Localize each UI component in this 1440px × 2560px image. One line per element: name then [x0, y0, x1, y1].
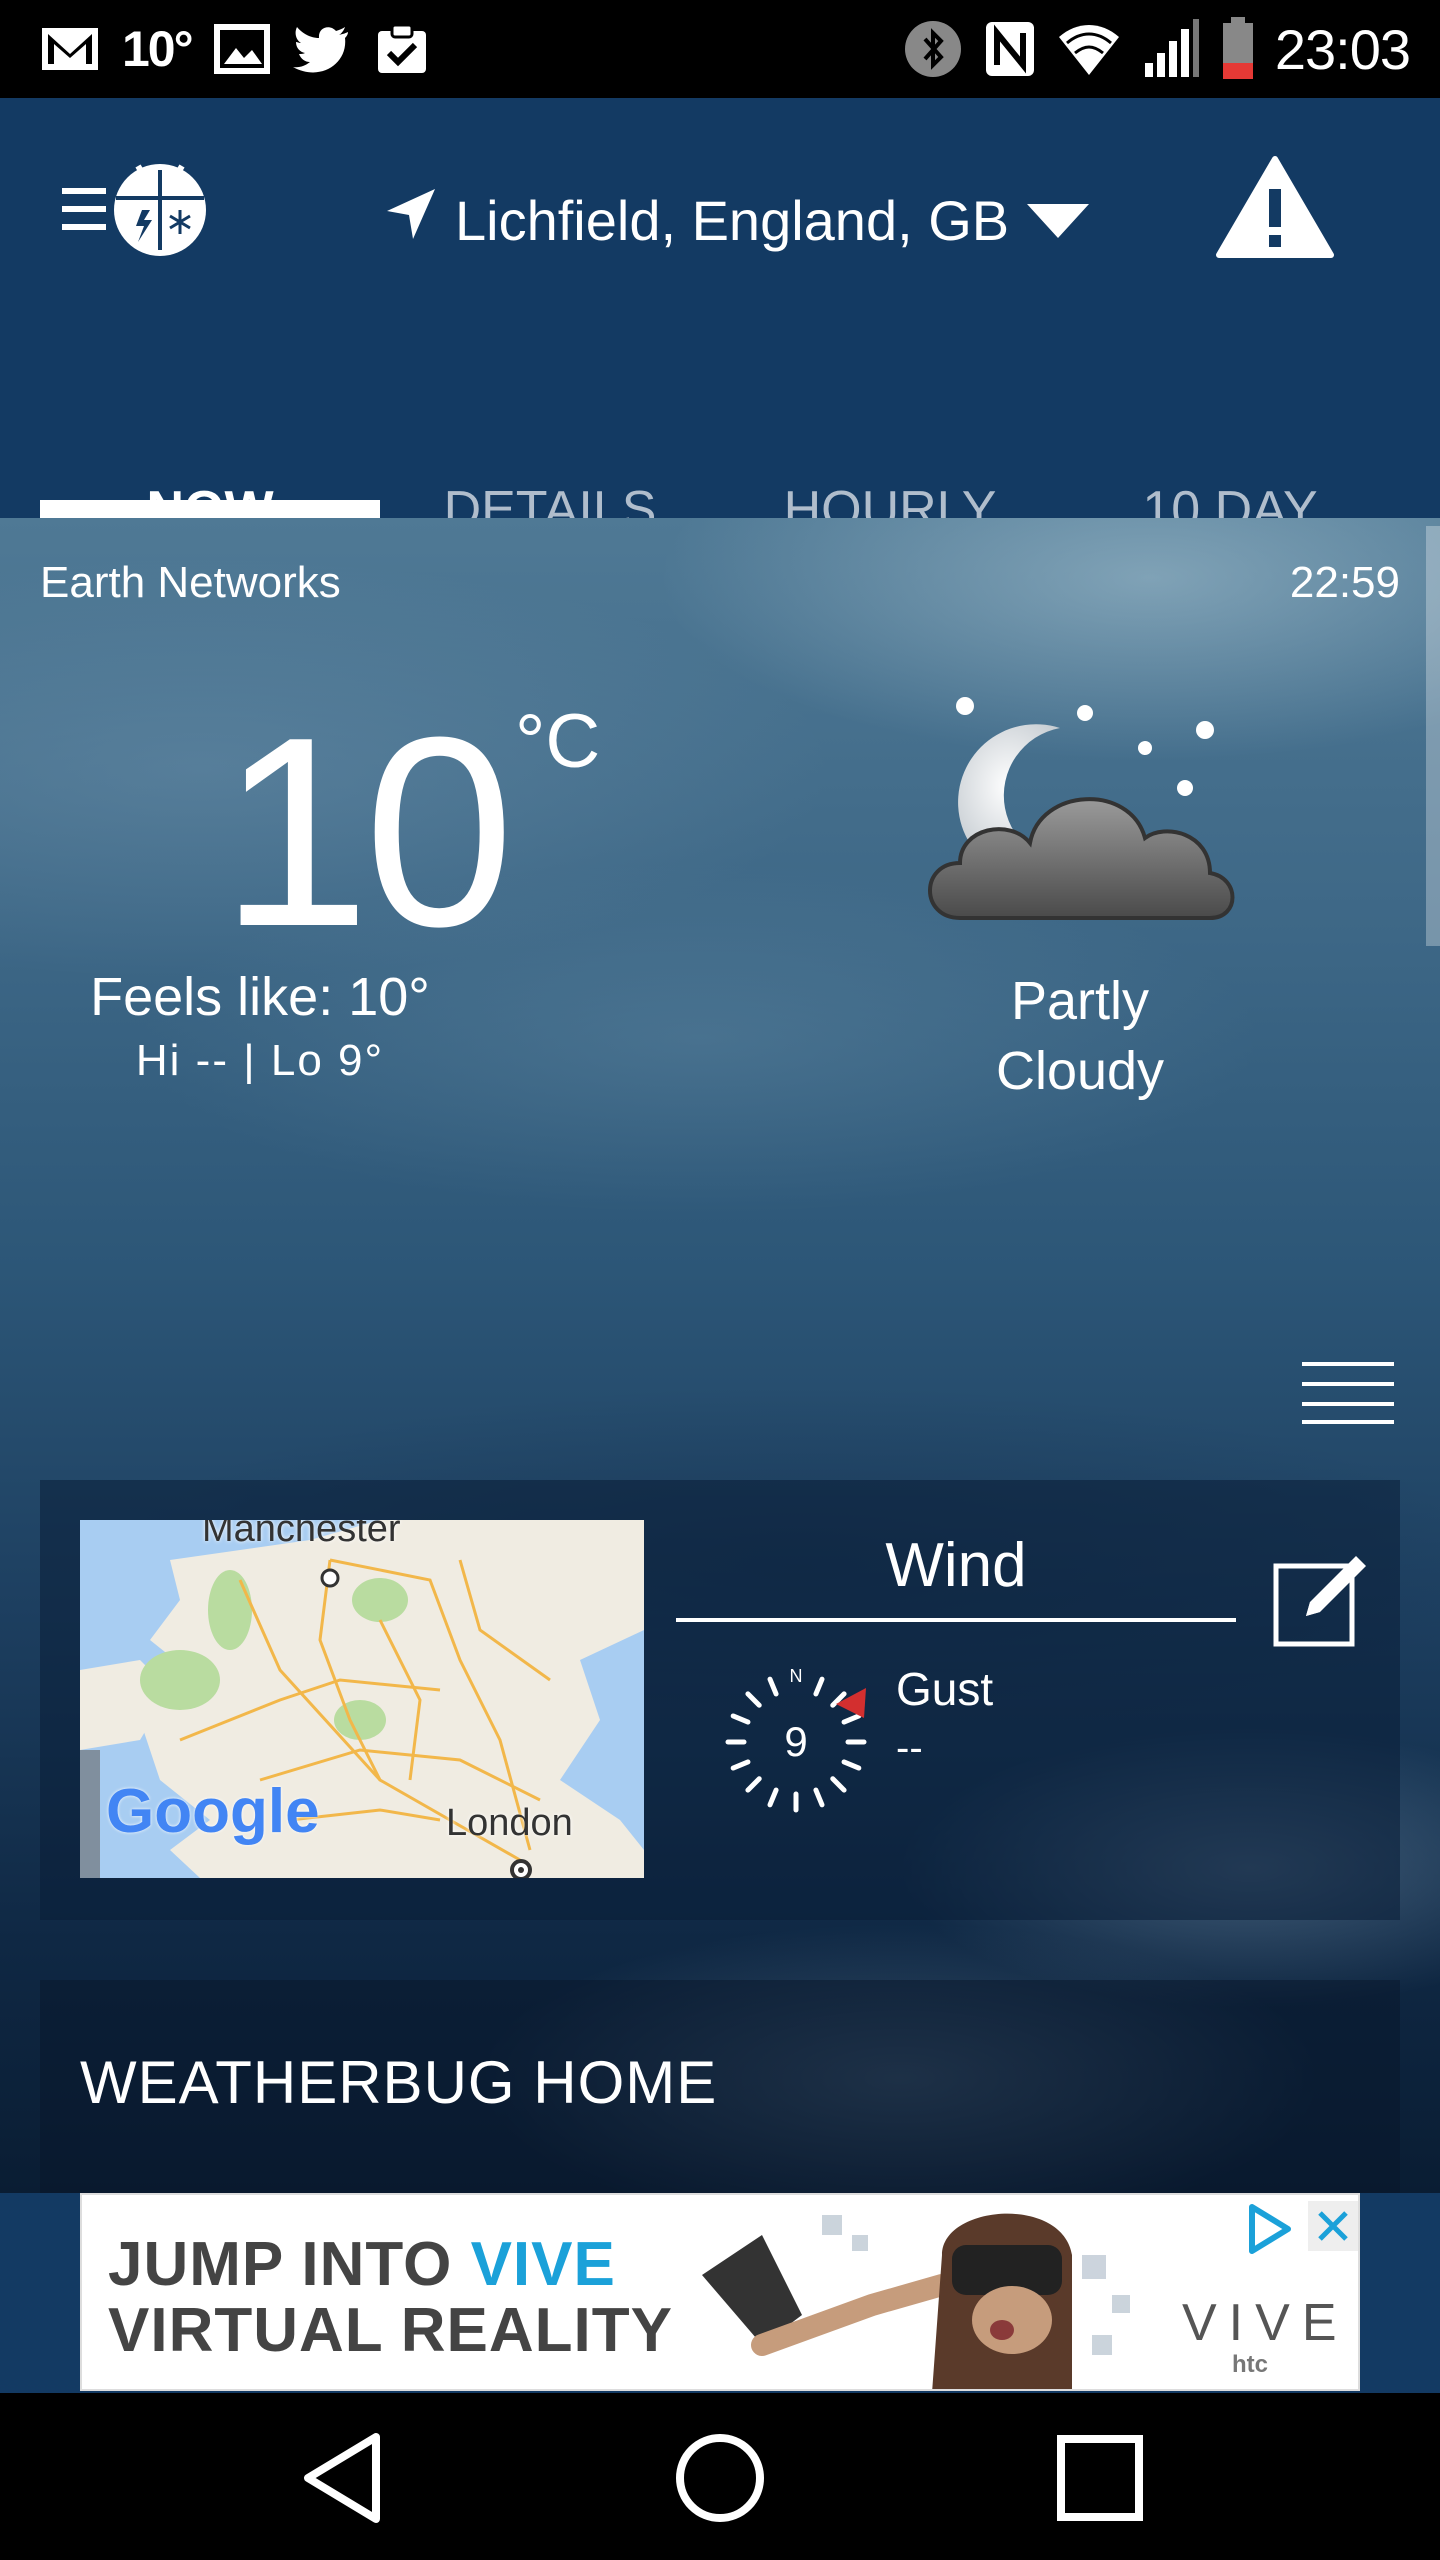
compass-tick: [767, 1787, 779, 1808]
location-name: Lichfield, England, GB: [455, 188, 1010, 252]
status-temperature: 10°: [122, 21, 194, 77]
ad-brand-sub: htc: [1232, 2351, 1268, 2378]
compass-tick: [813, 1676, 825, 1697]
edit-icon[interactable]: [1270, 1550, 1370, 1650]
weatherbug-logo-icon: [114, 164, 206, 256]
temperature-unit: °C: [515, 699, 601, 784]
wifi-icon: [1057, 21, 1121, 77]
wind-speed: 9: [784, 1718, 807, 1765]
signal-icon: [1141, 19, 1201, 79]
compass-tick: [813, 1787, 825, 1808]
gmail-icon: [40, 24, 100, 74]
data-source: Earth Networks: [40, 558, 341, 607]
condition-line-1: Partly: [1010, 971, 1150, 1031]
compass-tick: [841, 1759, 862, 1771]
battery-icon: [1221, 17, 1255, 81]
radar-map[interactable]: Manchester London Google: [80, 1520, 644, 1878]
wind-divider: [676, 1618, 1236, 1622]
ad-headline-1: JUMP INTO VIVE: [108, 2229, 616, 2300]
ad-choices-icon[interactable]: [1242, 2201, 1298, 2257]
twitter-icon: [292, 24, 352, 74]
tab-hourly[interactable]: HOURLY: [720, 388, 1060, 539]
ad-banner[interactable]: JUMP INTO VIVE VIRTUAL REALITY VIVE htc: [80, 2193, 1360, 2391]
compass-tick: [841, 1713, 862, 1725]
tab-bar: NOW DETAILS HOURLY 10 DAY: [40, 388, 1400, 539]
compass-tick: [745, 1691, 762, 1708]
map-city-manchester: Manchester: [202, 1520, 401, 1550]
gust-label: Gust: [896, 1663, 994, 1715]
navigation-bar: [0, 2393, 1440, 2560]
back-icon[interactable]: [290, 2423, 400, 2533]
ad-image: [642, 2195, 1182, 2389]
compass-icon: N 9: [716, 1660, 876, 1820]
menu-icon: [62, 188, 106, 230]
compass-north: N: [790, 1666, 803, 1686]
recents-icon[interactable]: [1045, 2423, 1155, 2533]
app-bar: Lichfield, England, GB NOW DETAILS HOURL…: [0, 98, 1440, 539]
status-time: 23:03: [1274, 17, 1411, 81]
home-icon[interactable]: [665, 2423, 775, 2533]
map-city-london: London: [446, 1802, 573, 1844]
dropdown-arrow-icon: [1025, 188, 1091, 253]
wind-title: Wind: [885, 1531, 1027, 1600]
partly-cloudy-night-icon: [920, 658, 1240, 958]
scrollbar[interactable]: [1426, 526, 1440, 946]
gust-value: --: [896, 1726, 923, 1770]
compass-tick: [745, 1776, 762, 1793]
home-title: WEATHERBUG HOME: [80, 2049, 718, 2116]
list-icon[interactable]: [1300, 1358, 1396, 1428]
tab-now[interactable]: NOW: [40, 388, 380, 539]
status-bar: 10° 23:03: [0, 0, 1440, 98]
compass-tick: [730, 1759, 751, 1771]
location-arrow-icon: [385, 187, 439, 254]
now-content[interactable]: Earth Networks 22:59 10 °C Feels like: 1…: [0, 518, 1440, 2193]
tab-details[interactable]: DETAILS: [380, 388, 720, 539]
tab-10-day[interactable]: 10 DAY: [1060, 388, 1400, 539]
image-icon: [213, 24, 270, 74]
condition-line-2: Cloudy: [995, 1041, 1165, 1101]
alert-icon: [1216, 156, 1334, 258]
weatherbug-home-card[interactable]: WEATHERBUG HOME: [40, 1980, 1400, 2193]
hi-lo: Hi -- | Lo 9°: [135, 1036, 385, 1085]
widget-card: Manchester London Google Wind N 9 Gust -…: [40, 1480, 1400, 1920]
feels-like: Feels like: 10°: [90, 967, 430, 1027]
ad-headline-1a: JUMP INTO: [108, 2230, 471, 2299]
compass-tick: [830, 1776, 847, 1793]
current-temperature: 10: [220, 682, 514, 983]
nfc-icon: [983, 19, 1037, 79]
condition-text: Partly Cloudy: [880, 966, 1280, 1106]
compass-tick: [730, 1713, 751, 1725]
close-icon[interactable]: [1308, 2201, 1358, 2251]
ad-brand: VIVE: [1182, 2294, 1349, 2352]
location-selector[interactable]: Lichfield, England, GB: [385, 180, 1091, 260]
menu-button[interactable]: [60, 158, 210, 258]
ad-headline-2: VIRTUAL REALITY: [108, 2296, 673, 2365]
ad-headline-1b: VIVE: [470, 2230, 616, 2299]
compass-tick: [767, 1676, 779, 1697]
alerts-button[interactable]: [1215, 153, 1335, 263]
ad-strip: JUMP INTO VIVE VIRTUAL REALITY VIVE htc: [0, 2193, 1440, 2393]
google-logo: Google: [106, 1777, 320, 1846]
clipboard-check-icon: [374, 21, 430, 77]
bluetooth-icon: [903, 19, 963, 79]
updated-time: 22:59: [1289, 558, 1400, 607]
